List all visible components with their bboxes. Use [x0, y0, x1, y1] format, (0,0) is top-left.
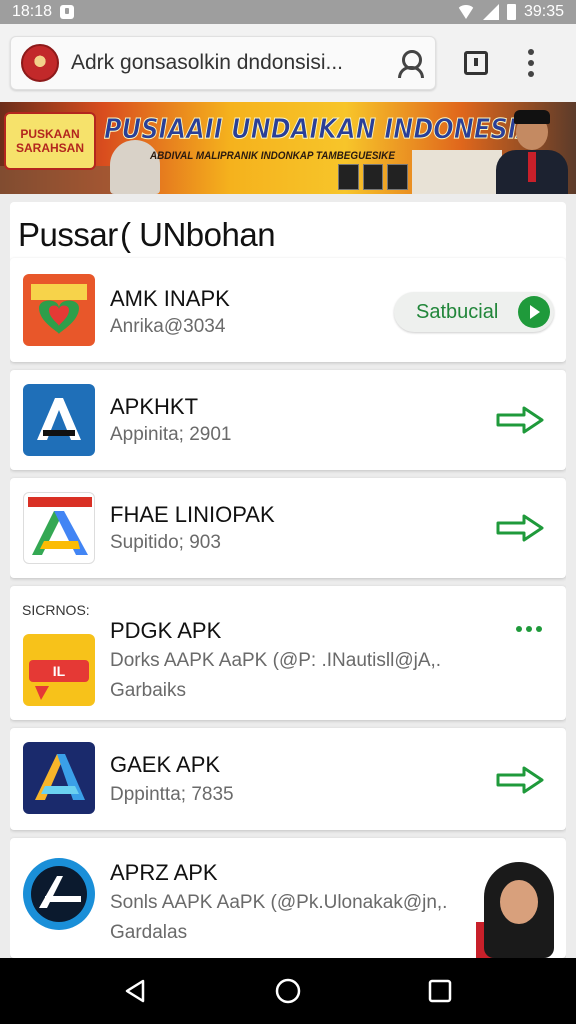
promo-person-photo — [476, 862, 560, 958]
signal-icon — [482, 4, 499, 20]
profile-icon[interactable] — [395, 48, 425, 78]
app-name: PDGK APK — [110, 618, 222, 643]
app-meta: Supitido; 903 — [110, 532, 221, 553]
app-name: APRZ APK — [110, 860, 218, 885]
banner-badge-line2: SARAHSAN — [15, 141, 84, 155]
battery-icon — [506, 4, 516, 20]
app-icon — [23, 384, 95, 456]
forward-arrow-icon[interactable] — [496, 406, 544, 434]
app-list-section: Pussar ( UNbohan AMK INAPK Anrika@3034 S… — [10, 202, 566, 958]
site-favicon-icon — [21, 44, 59, 82]
banner-badge: PUSKAAN SARAHSAN — [4, 112, 96, 170]
status-bar: 18:18 39:35 — [0, 0, 576, 24]
notification-icon — [60, 5, 75, 19]
overflow-menu-icon[interactable] — [528, 49, 534, 77]
play-arrow-icon — [518, 296, 550, 328]
app-icon — [23, 858, 95, 930]
system-nav-bar — [0, 958, 576, 1024]
banner-title: PUSIAAII UNDAIKAN INDONESIAI — [104, 112, 545, 146]
svg-text:IL: IL — [53, 663, 66, 679]
banner-house-image — [412, 150, 502, 194]
app-meta: Dppintta; 7835 — [110, 784, 234, 805]
app-name: GAEK APK — [110, 752, 221, 777]
install-button-label: Satbucial — [416, 300, 499, 323]
url-text[interactable]: Adrk gonsasolkin dndonsisi... — [71, 51, 383, 75]
banner-subtitle: ABDIVAL MALIPRANIK INDONKAP TAMBEGUESIKE — [150, 150, 395, 162]
more-options-icon[interactable] — [516, 626, 542, 632]
app-meta: Anrika@3034 — [110, 316, 226, 337]
app-icon — [23, 274, 95, 346]
recents-icon[interactable] — [427, 978, 453, 1004]
app-icon: IL — [23, 634, 95, 706]
status-right: 39:35 — [456, 3, 564, 21]
app-name: APKHKT — [110, 394, 199, 419]
banner-person-image — [110, 140, 160, 194]
app-icon — [23, 742, 95, 814]
install-button[interactable]: Satbucial — [394, 292, 554, 332]
status-time-left: 18:18 — [12, 3, 53, 20]
card-tag: SICRNOS: — [22, 602, 90, 618]
app-name: AMK INAPK — [110, 286, 230, 311]
banner-product-boxes — [338, 164, 409, 190]
app-card[interactable]: APRZ APK Sonls AAPK AaPK (@Pk.Ulonakak@j… — [10, 838, 566, 958]
app-meta: Sonls AAPK AaPK (@Pk.Ulonakak@jn,. — [110, 892, 448, 913]
promo-banner[interactable]: PUSKAAN SARAHSAN PUSIAAII UNDAIKAN INDON… — [0, 102, 576, 194]
app-icon — [23, 492, 95, 564]
forward-arrow-icon[interactable] — [496, 766, 544, 794]
app-card[interactable]: GAEK APK Dppintta; 7835 — [10, 728, 566, 830]
app-card[interactable]: FHAE LINIOPAK Supitido; 903 — [10, 478, 566, 578]
browser-toolbar: Adrk gonsasolkin dndonsisi... — [0, 24, 576, 102]
home-icon[interactable] — [274, 977, 302, 1005]
app-card[interactable]: APKHKT Appinita; 2901 — [10, 370, 566, 470]
app-meta-secondary: Gardalas — [110, 922, 188, 943]
app-card[interactable]: SICRNOS: IL PDGK APK Dorks AAPK AaPK (@P… — [10, 586, 566, 720]
wifi-icon — [456, 5, 475, 19]
address-bar[interactable]: Adrk gonsasolkin dndonsisi... — [10, 36, 436, 90]
section-title: Pussar ( UNbohan — [18, 216, 276, 253]
app-meta: Appinita; 2901 — [110, 424, 232, 445]
banner-badge-line1: PUSKAAN — [20, 127, 80, 141]
app-meta-secondary: Garbaiks — [110, 680, 187, 701]
status-time-right: 39:35 — [523, 3, 564, 20]
banner-official-portrait — [490, 110, 574, 194]
back-icon[interactable] — [123, 978, 149, 1004]
forward-arrow-icon[interactable] — [496, 514, 544, 542]
status-left: 18:18 — [12, 3, 75, 21]
app-meta: Dorks AAPK AaPK (@P: .INautisll@jA,. — [110, 650, 442, 671]
tab-switcher-icon[interactable] — [464, 51, 488, 75]
app-name: FHAE LINIOPAK — [110, 502, 275, 527]
app-card[interactable]: AMK INAPK Anrika@3034 Satbucial — [10, 258, 566, 362]
